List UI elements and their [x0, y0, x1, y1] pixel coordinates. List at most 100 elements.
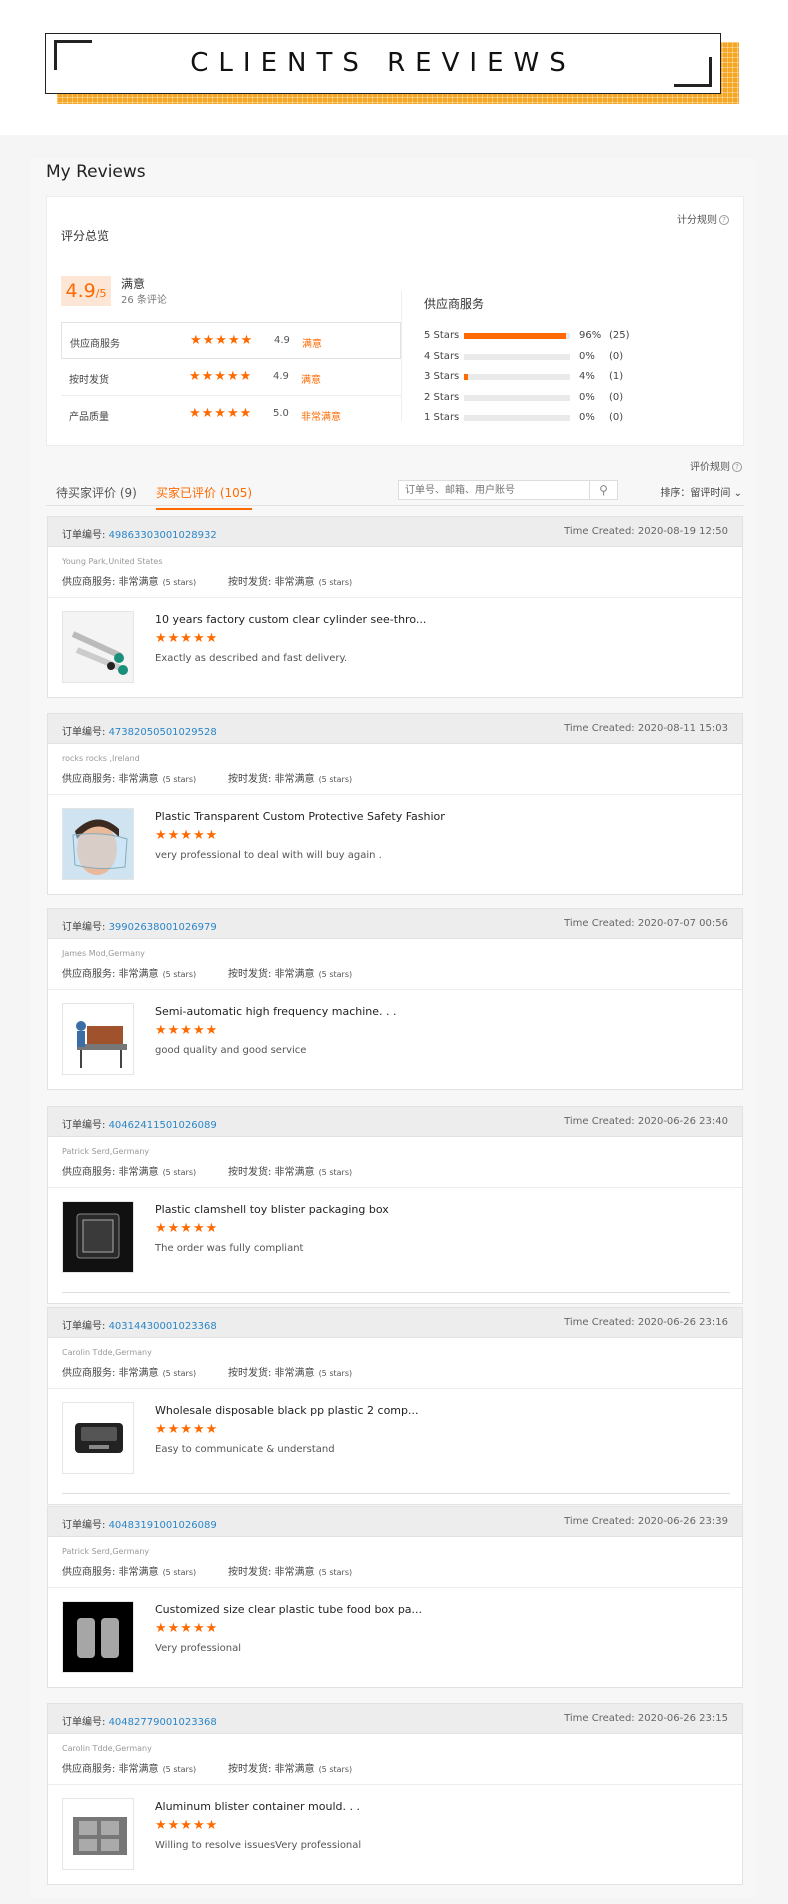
distribution-count: (0) [609, 412, 624, 423]
supplier-service-rating: 供应商服务: 非常满意 (5 stars) [62, 774, 197, 785]
order-number: 订单编号: 40314430001023368 [62, 1321, 217, 1332]
product-thumbnail[interactable] [62, 1003, 134, 1075]
supplier-service-rating: 供应商服务: 非常满意 (5 stars) [62, 1368, 197, 1379]
product-title[interactable]: Semi-automatic high frequency machine. .… [155, 1005, 445, 1018]
star-rating-icon: ★★★★★ [155, 828, 219, 843]
order-number-link[interactable]: 40462411501026089 [109, 1120, 217, 1131]
sort-dropdown[interactable]: 排序：留评时间 ⌄ [660, 484, 742, 499]
order-number-link[interactable]: 39902638001026979 [109, 922, 217, 933]
distribution-percent: 0% [579, 412, 595, 423]
time-created: Time Created: 2020-06-26 23:39 [564, 1516, 728, 1527]
on-time-shipping-rating: 按时发货: 非常满意 (5 stars) [228, 1567, 353, 1578]
review-card-header: 订单编号: 40314430001023368 Time Created: 202… [48, 1308, 742, 1338]
summary-label: 评分总览 [61, 229, 110, 243]
star-level-label: 3 Stars [424, 371, 460, 382]
star-rating-icon: ★★★★★ [189, 406, 253, 421]
review-card: 订单编号: 40483191001026089 Time Created: 202… [47, 1506, 743, 1688]
on-time-shipping-rating: 按时发货: 非常满意 (5 stars) [228, 577, 353, 588]
star-level-label: 2 Stars [424, 391, 460, 403]
review-comment: Very professional [155, 1643, 242, 1654]
distribution-bar [464, 333, 570, 339]
review-card-header: 订单编号: 40483191001026089 Time Created: 202… [48, 1507, 742, 1537]
divider [62, 1292, 730, 1293]
star-rating-icon: ★★★★★ [155, 631, 219, 646]
divider [48, 1187, 742, 1188]
divider [48, 989, 742, 990]
star-level-label: 4 Stars [424, 350, 460, 362]
on-time-shipping-rating: 按时发货: 非常满意 (5 stars) [228, 969, 353, 980]
time-created: Time Created: 2020-06-26 23:15 [564, 1713, 728, 1724]
buyer-name: Carolin Tdde,Germany [62, 1348, 152, 1357]
rating-row[interactable]: 产品质量 ★★★★★ 5.0 非常满意 [61, 396, 401, 433]
star-rating-icon: ★★★★★ [189, 369, 253, 384]
divider [48, 794, 742, 795]
divider [62, 1493, 730, 1494]
evaluation-rules-link[interactable]: 评价规则? [690, 458, 742, 473]
order-number-link[interactable]: 40483191001026089 [109, 1520, 217, 1531]
distribution-count: (1) [609, 371, 624, 382]
order-number-link[interactable]: 47382050501029528 [109, 727, 217, 738]
supplier-service-rating: 供应商服务: 非常满意 (5 stars) [62, 1764, 197, 1775]
supplier-service-rating: 供应商服务: 非常满意 (5 stars) [62, 1567, 197, 1578]
product-title[interactable]: Plastic clamshell toy blister packaging … [155, 1203, 445, 1216]
order-number-link[interactable]: 49863303001028932 [109, 530, 217, 541]
review-card: 订单编号: 47382050501029528 Time Created: 202… [47, 713, 743, 895]
chevron-down-icon: ⌄ [733, 488, 742, 499]
order-number-link[interactable]: 40482779001023368 [109, 1717, 217, 1728]
review-card: 订单编号: 49863303001028932 Time Created: 202… [47, 516, 743, 698]
order-number: 订单编号: 49863303001028932 [62, 530, 217, 541]
rating-summary: 计分规则? 评分总览 4.9/5 满意 26 条评论 供应商服务 ★★★★★ 4… [46, 196, 744, 446]
buyer-name: Young Park,United States [62, 557, 163, 566]
search-input[interactable] [399, 481, 589, 499]
product-title[interactable]: Customized size clear plastic tube food … [155, 1603, 445, 1616]
tab-reviewed[interactable]: 买家已评价 (105) [156, 484, 253, 510]
distribution-bar-fill [464, 374, 469, 380]
review-card-header: 订单编号: 47382050501029528 Time Created: 202… [48, 714, 742, 744]
supplier-service-rating: 供应商服务: 非常满意 (5 stars) [62, 969, 197, 980]
distribution-bar [464, 353, 570, 360]
distribution-bar [464, 415, 570, 421]
distribution-bar [464, 394, 570, 401]
product-thumbnail[interactable] [62, 808, 134, 880]
star-rating-icon: ★★★★★ [155, 1818, 219, 1833]
time-created: Time Created: 2020-08-19 12:50 [564, 526, 728, 537]
distribution-count: (25) [609, 330, 630, 341]
service-title: 供应商服务 [424, 297, 485, 311]
product-thumbnail[interactable] [62, 611, 134, 683]
rating-breakdown: 供应商服务 ★★★★★ 4.9 满意 按时发货 ★★★★★ 4.9 满意 产品质… [61, 322, 401, 433]
review-comment: Willing to resolve issuesVery profession… [155, 1840, 362, 1851]
product-title[interactable]: Wholesale disposable black pp plastic 2 … [155, 1404, 445, 1417]
product-title[interactable]: Plastic Transparent Custom Protective Sa… [155, 810, 445, 823]
product-title[interactable]: Aluminum blister container mould. . . [155, 1800, 445, 1813]
product-thumbnail[interactable] [62, 1402, 134, 1474]
order-number-link[interactable]: 40314430001023368 [109, 1321, 217, 1332]
tab-pending[interactable]: 待买家评价 (9) [56, 484, 137, 501]
on-time-shipping-rating: 按时发货: 非常满意 (5 stars) [228, 774, 353, 785]
divider [401, 291, 402, 421]
product-thumbnail[interactable] [62, 1601, 134, 1673]
distribution-bar [464, 374, 570, 380]
score-badge: 4.9/5 [61, 276, 111, 306]
distribution-percent: 4% [579, 371, 595, 382]
search-icon[interactable]: ⚲ [589, 481, 617, 499]
buyer-name: Patrick Serd,Germany [62, 1547, 150, 1556]
distribution-bar-fill [464, 333, 566, 339]
rating-row[interactable]: 供应商服务 ★★★★★ 4.9 满意 [61, 322, 401, 359]
scoring-rules-link[interactable]: 计分规则? [677, 211, 729, 226]
review-card-header: 订单编号: 40482779001023368 Time Created: 202… [48, 1704, 742, 1734]
help-icon: ? [732, 462, 742, 472]
star-rating-icon: ★★★★★ [155, 1422, 219, 1437]
product-title[interactable]: 10 years factory custom clear cylinder s… [155, 613, 445, 626]
star-level-label: 5 Stars [424, 330, 460, 341]
buyer-name: James Mod,Germany [62, 949, 145, 958]
buyer-name: rocks rocks ,Ireland [62, 754, 140, 763]
product-thumbnail[interactable] [62, 1201, 134, 1273]
banner-frame: CLIENTS REVIEWS [45, 33, 721, 94]
rating-row[interactable]: 按时发货 ★★★★★ 4.9 满意 [61, 359, 401, 396]
star-rating-icon: ★★★★★ [155, 1023, 219, 1038]
star-level-label: 1 Stars [424, 412, 460, 423]
distribution-row: 5 Stars 96% (25) [424, 327, 724, 348]
product-thumbnail[interactable] [62, 1798, 134, 1870]
review-comment: Easy to communicate & understand [155, 1444, 335, 1455]
review-card-header: 订单编号: 49863303001028932 Time Created: 202… [48, 517, 742, 547]
